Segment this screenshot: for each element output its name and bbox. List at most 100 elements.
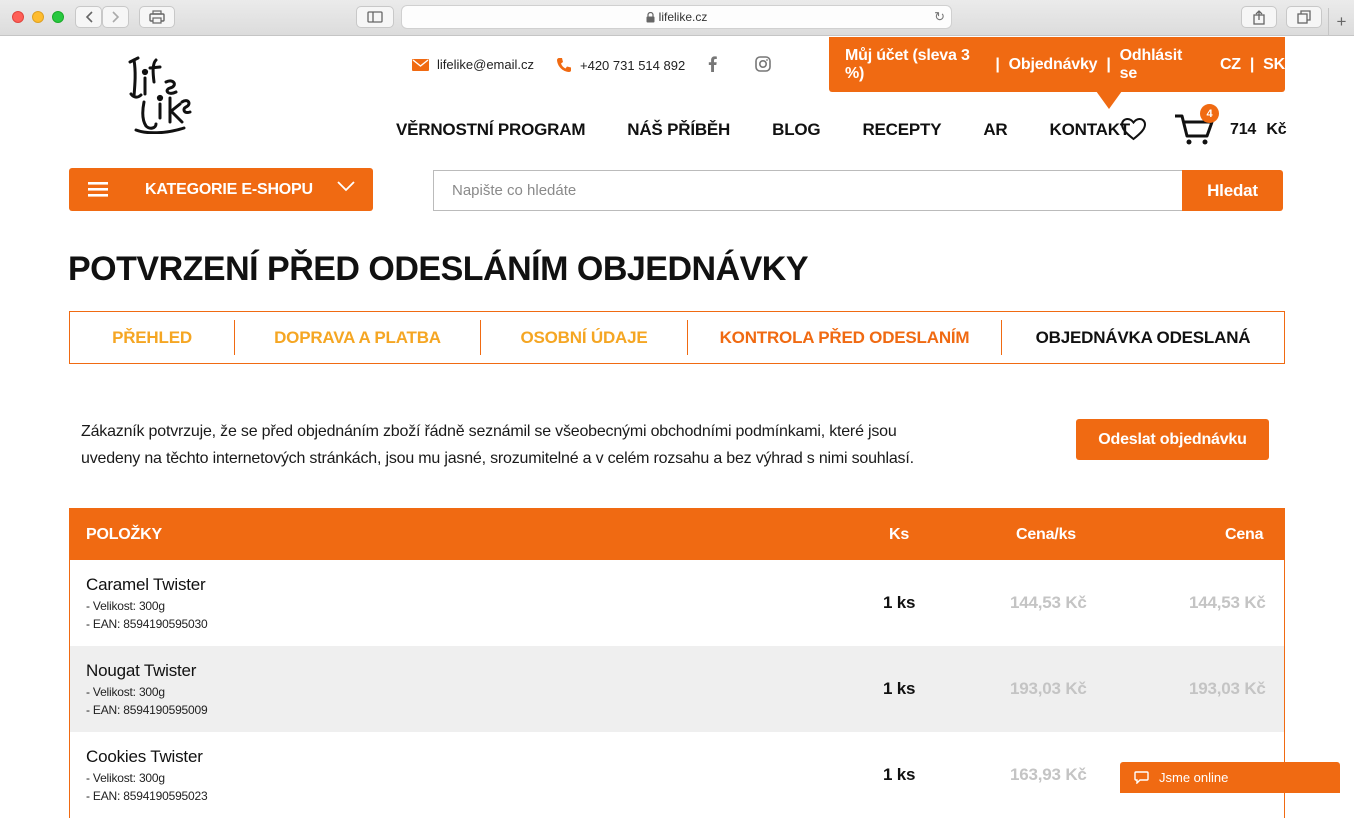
- orders-link[interactable]: Objednávky: [1009, 56, 1098, 74]
- product-price: 193,03 Kč: [1189, 679, 1266, 698]
- product-unit-price: 144,53 Kč: [1010, 593, 1087, 612]
- submit-order-button[interactable]: Odeslat objednávku: [1076, 419, 1269, 460]
- product-ean: - EAN: 8594190595009: [86, 703, 208, 717]
- reload-icon[interactable]: ↻: [934, 9, 945, 25]
- product-ean: - EAN: 8594190595030: [86, 617, 208, 631]
- logout-link[interactable]: Odhlásit se: [1120, 47, 1200, 83]
- terms-line-1: Zákazník potvrzuje, že se před objednání…: [81, 423, 897, 440]
- product-qty: 1 ks: [883, 765, 916, 784]
- phone-icon: [557, 58, 571, 72]
- category-menu-label: KATEGORIE E-SHOPU: [145, 180, 313, 198]
- nav-contact[interactable]: KONTAKT: [1050, 120, 1131, 140]
- product-price: 144,53 Kč: [1189, 593, 1266, 612]
- forward-button[interactable]: [102, 6, 129, 28]
- chevron-down-icon: [337, 181, 355, 192]
- order-items-table: POLOŽKY Ks Cena/ks Cena Caramel Twister …: [69, 508, 1285, 818]
- nav-ar[interactable]: AR: [983, 120, 1007, 140]
- cart-count-badge: 4: [1200, 104, 1219, 123]
- printer-icon: [149, 10, 165, 24]
- search-box: [433, 170, 1183, 211]
- terms-confirmation-text: Zákazník potvrzuje, že se před objednání…: [81, 418, 961, 472]
- header-items: POLOŽKY: [86, 526, 162, 543]
- nav-recipes[interactable]: RECEPTY: [862, 120, 941, 140]
- product-unit-price: 193,03 Kč: [1010, 679, 1087, 698]
- phone-text: +420 731 514 892: [580, 57, 686, 73]
- category-menu-button[interactable]: KATEGORIE E-SHOPU: [69, 168, 373, 211]
- terms-line-2: uvedeny na těchto internetových stránkác…: [81, 450, 914, 467]
- tabs-overview-button[interactable]: [1286, 6, 1322, 28]
- product-meta: - Velikost: 300g - EAN: 8594190595009: [86, 683, 208, 719]
- share-icon: [1253, 9, 1265, 25]
- share-button[interactable]: [1241, 6, 1277, 28]
- print-button[interactable]: [139, 6, 175, 28]
- product-qty: 1 ks: [883, 593, 916, 612]
- url-text: lifelike.cz: [658, 10, 708, 24]
- chat-label: Jsme online: [1159, 770, 1229, 785]
- phone-contact[interactable]: +420 731 514 892: [556, 57, 685, 73]
- account-bar: Můj účet (sleva 3 %) | Objednávky | Odhl…: [829, 37, 1285, 92]
- checkout-steps: PŘEHLED DOPRAVA A PLATBA OSOBNÍ ÚDAJE KO…: [69, 311, 1285, 364]
- product-ean: - EAN: 8594190595023: [86, 789, 208, 803]
- step-shipping-payment[interactable]: DOPRAVA A PLATBA: [235, 312, 480, 363]
- separator: |: [995, 55, 1000, 73]
- cart-total[interactable]: 714 Kč: [1230, 121, 1287, 139]
- search-input[interactable]: [434, 171, 1183, 210]
- my-account-link[interactable]: Můj účet (sleva 3 %): [845, 47, 986, 83]
- product-name[interactable]: Cookies Twister: [86, 747, 203, 767]
- product-name[interactable]: Nougat Twister: [86, 661, 196, 681]
- table-row: Nougat Twister - Velikost: 300g - EAN: 8…: [70, 646, 1284, 732]
- lock-icon: [646, 11, 655, 22]
- live-chat-widget[interactable]: Jsme online: [1120, 762, 1340, 793]
- browser-toolbar: lifelike.cz ↻ +: [0, 0, 1354, 36]
- tabs-icon: [1297, 10, 1311, 24]
- minimize-window-button[interactable]: [32, 11, 44, 23]
- chevron-left-icon: [85, 11, 93, 23]
- lang-cz-link[interactable]: CZ: [1220, 56, 1241, 74]
- header-price: Cena: [1225, 526, 1264, 543]
- search-button[interactable]: Hledat: [1182, 170, 1283, 211]
- nav-loyalty-program[interactable]: VĚRNOSTNÍ PROGRAM: [396, 120, 585, 140]
- step-personal-data[interactable]: OSOBNÍ ÚDAJE: [481, 312, 687, 363]
- step-overview[interactable]: PŘEHLED: [70, 312, 234, 363]
- step-review[interactable]: KONTROLA PŘED ODESLANÍM: [688, 312, 1001, 363]
- email-text: lifelike@email.cz: [437, 57, 534, 72]
- lifelike-logo[interactable]: [126, 52, 196, 134]
- close-window-button[interactable]: [12, 11, 24, 23]
- product-size: - Velikost: 300g: [86, 685, 165, 699]
- sidebar-icon: [367, 11, 383, 23]
- cart-currency: Kč: [1266, 121, 1287, 138]
- envelope-icon: [412, 58, 429, 71]
- table-body: Caramel Twister - Velikost: 300g - EAN: …: [70, 560, 1284, 818]
- back-button[interactable]: [75, 6, 102, 28]
- nav-our-story[interactable]: NÁŠ PŘÍBĚH: [627, 120, 730, 140]
- table-row: Cookies Twister - Velikost: 300g - EAN: …: [70, 732, 1284, 818]
- product-meta: - Velikost: 300g - EAN: 8594190595030: [86, 597, 208, 633]
- new-tab-button[interactable]: +: [1328, 8, 1354, 36]
- instagram-icon[interactable]: [755, 56, 771, 72]
- account-bar-pointer: [1096, 91, 1122, 109]
- sidebar-toggle-button[interactable]: [356, 6, 394, 28]
- email-contact[interactable]: lifelike@email.cz: [412, 57, 534, 72]
- product-size: - Velikost: 300g: [86, 599, 165, 613]
- product-name[interactable]: Caramel Twister: [86, 575, 206, 595]
- chat-bubble-icon: [1134, 771, 1149, 784]
- step-order-sent: OBJEDNÁVKA ODESLANÁ: [1035, 327, 1251, 347]
- facebook-icon[interactable]: [708, 56, 717, 72]
- hamburger-icon: [88, 182, 108, 197]
- chevron-right-icon: [111, 11, 119, 23]
- heart-icon[interactable]: [1120, 117, 1147, 141]
- product-qty: 1 ks: [883, 679, 916, 698]
- lang-sk-link[interactable]: SK: [1263, 56, 1285, 74]
- page-title: POTVRZENÍ PŘED ODESLÁNÍM OBJEDNÁVKY: [68, 250, 809, 288]
- maximize-window-button[interactable]: [52, 11, 64, 23]
- nav-blog[interactable]: BLOG: [772, 120, 821, 140]
- table-header: POLOŽKY Ks Cena/ks Cena: [70, 509, 1284, 560]
- table-row: Caramel Twister - Velikost: 300g - EAN: …: [70, 560, 1284, 646]
- address-bar[interactable]: lifelike.cz ↻: [401, 5, 952, 29]
- header-unit-price: Cena/ks: [1016, 526, 1076, 543]
- main-nav: VĚRNOSTNÍ PROGRAM NÁŠ PŘÍBĚH BLOG RECEPT…: [396, 120, 1172, 140]
- product-unit-price: 163,93 Kč: [1010, 765, 1087, 784]
- product-meta: - Velikost: 300g - EAN: 8594190595023: [86, 769, 208, 805]
- separator: |: [1106, 55, 1111, 73]
- product-size: - Velikost: 300g: [86, 771, 165, 785]
